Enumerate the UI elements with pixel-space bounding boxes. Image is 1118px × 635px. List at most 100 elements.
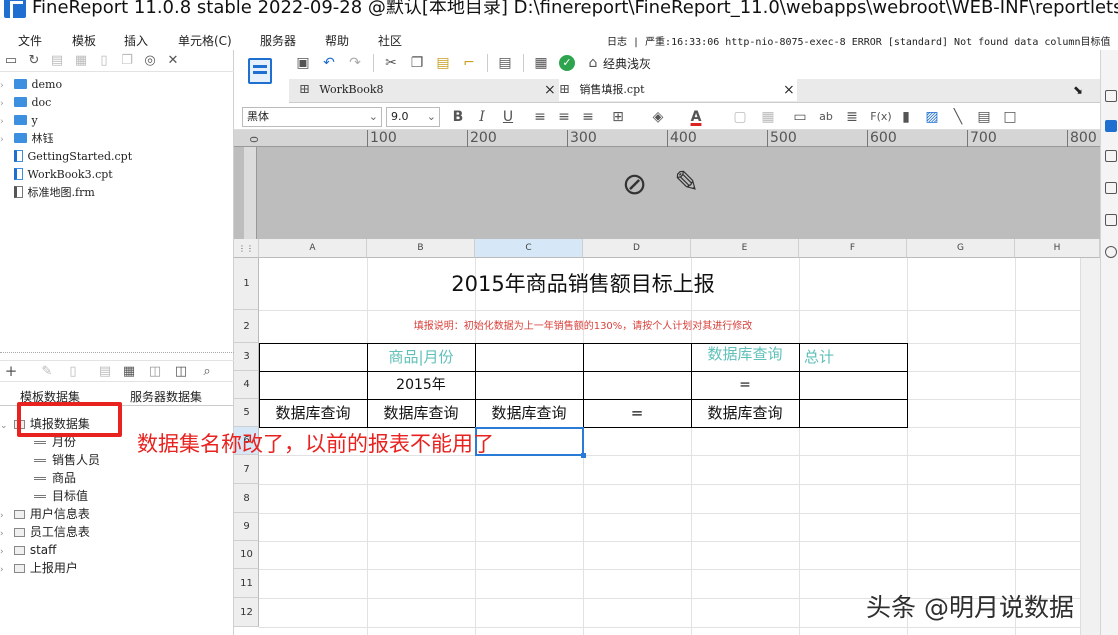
cut-icon[interactable]: ✂	[383, 55, 399, 71]
dataset-item[interactable]: › 用户信息表	[0, 505, 100, 523]
dropdown-arrow-icon[interactable]: ⬊	[1073, 83, 1083, 97]
close-tab-icon[interactable]: ×	[783, 79, 795, 101]
dataset-item[interactable]: › 上报用户	[0, 559, 100, 577]
widget-icon[interactable]	[1105, 182, 1117, 194]
cell-e3[interactable]: 数据库查询	[691, 343, 799, 365]
frame-icon[interactable]: □	[1002, 109, 1018, 125]
database-icon[interactable]: ◫	[148, 365, 162, 379]
column-header-h[interactable]: H	[1015, 239, 1100, 258]
fill-color-icon[interactable]: ◈	[650, 109, 666, 125]
search-icon[interactable]: ⌕	[200, 365, 214, 379]
tree-file-gettingstarted[interactable]: GettingStarted.cpt	[0, 148, 132, 166]
cell-c5[interactable]: 数据库查询	[475, 399, 583, 427]
preview-template-icon[interactable]: ▤	[497, 55, 513, 71]
cell-property-icon[interactable]	[1105, 90, 1117, 102]
image-icon[interactable]: ▨	[924, 109, 940, 125]
font-select[interactable]: 黑体 ⌄	[242, 107, 382, 127]
refresh-icon[interactable]: ↻	[27, 54, 41, 68]
tab-workbook8[interactable]: ⊞ WorkBook8 ×	[299, 79, 556, 101]
panel-splitter[interactable]	[0, 352, 234, 356]
row-header-2[interactable]: 2	[234, 310, 259, 343]
column-header-c[interactable]: C	[475, 239, 583, 258]
row-header-11[interactable]: 11	[234, 569, 259, 598]
menu-insert[interactable]: 插入	[124, 32, 148, 49]
format-painter-icon[interactable]: ⌐	[461, 55, 477, 71]
cell-title[interactable]: 2015年商品销售额目标上报	[367, 258, 799, 310]
log-label[interactable]: 日志	[607, 37, 627, 48]
column-header-d[interactable]: D	[583, 239, 691, 258]
ab-icon[interactable]: ab	[818, 109, 834, 125]
tree-folder-linyu[interactable]: › 林钰	[0, 130, 132, 148]
row-header-10[interactable]: 10	[234, 541, 259, 569]
tree-folder-y[interactable]: › y	[0, 112, 132, 130]
close-tab-icon[interactable]: ×	[544, 79, 556, 101]
slash-icon[interactable]: ╲	[950, 109, 966, 125]
grid-corner-icon[interactable]: ⋮⋮	[234, 239, 259, 258]
dataset-field[interactable]: 销售人员	[0, 451, 100, 469]
dataset-field[interactable]: 目标值	[0, 487, 100, 505]
edit-icon[interactable]: ✎	[40, 365, 54, 379]
formula-icon[interactable]: F(x)	[870, 109, 892, 125]
check-icon[interactable]: ✓	[559, 55, 575, 71]
column-header-a[interactable]: A	[259, 239, 367, 258]
tree-file-workbook3[interactable]: WorkBook3.cpt	[0, 166, 132, 184]
align-center-icon[interactable]: ≡	[556, 109, 572, 125]
menu-community[interactable]: 社区	[378, 32, 402, 49]
vertical-scrollbar[interactable]	[1080, 258, 1100, 635]
new-folder-icon[interactable]: ▭	[4, 54, 18, 68]
row-header-1[interactable]: 1	[234, 258, 259, 310]
dataset-field[interactable]: 商品	[0, 469, 100, 487]
cell-b4[interactable]: 2015年	[367, 371, 475, 399]
log-area[interactable]: 日志 | 严重:16:33:06 http-nio-8075-exec-8 ER…	[607, 33, 1110, 48]
cell-f3[interactable]: 总计	[799, 343, 839, 371]
cell-note[interactable]: 填报说明：初始化数据为上一年销售额的130%，请按个人计划对其进行修改	[367, 310, 799, 343]
row-header-12[interactable]: 12	[234, 598, 259, 627]
theme-icon[interactable]: ⌂	[585, 55, 601, 71]
row-header-3[interactable]: 3	[234, 343, 259, 371]
bar-chart-icon[interactable]: ▮	[898, 109, 914, 125]
link-icon[interactable]	[1105, 246, 1117, 258]
tab-sales-fill[interactable]: ⊞ 销售填报.cpt ×	[559, 79, 797, 101]
save-icon[interactable]: ▣	[295, 55, 311, 71]
server-dataset-icon[interactable]: ◫	[174, 365, 188, 379]
cell-d5[interactable]: =	[583, 399, 691, 427]
align-right-icon[interactable]: ≡	[580, 109, 596, 125]
column-header-f[interactable]: F	[799, 239, 907, 258]
menu-file[interactable]: 文件	[18, 32, 42, 49]
collapse-icon[interactable]: ✕	[166, 54, 180, 68]
underline-icon[interactable]: U	[500, 109, 516, 125]
dataset-item[interactable]: › 员工信息表	[0, 523, 100, 541]
column-header-e[interactable]: E	[691, 239, 799, 258]
tree-folder-doc[interactable]: › doc	[0, 94, 132, 112]
condition-icon[interactable]	[1105, 150, 1117, 162]
tree-file-map[interactable]: 标准地图.frm	[0, 184, 132, 202]
text-cell-icon[interactable]: ▭	[792, 109, 808, 125]
preview-icon[interactable]: ▤	[98, 365, 112, 379]
row-header-5[interactable]: 5	[234, 399, 259, 427]
row-header-9[interactable]: 9	[234, 513, 259, 541]
tree-folder-demo[interactable]: › demo	[0, 76, 132, 94]
bold-icon[interactable]: B	[450, 109, 466, 125]
column-header-b[interactable]: B	[367, 239, 475, 258]
row-header-4[interactable]: 4	[234, 371, 259, 399]
locate-icon[interactable]: ◎	[143, 54, 157, 68]
open-icon[interactable]: ▤	[50, 54, 64, 68]
paste-icon[interactable]: ▤	[435, 55, 451, 71]
undo-icon[interactable]: ↶	[321, 55, 337, 71]
copy-icon[interactable]: ❐	[120, 54, 134, 68]
italic-icon[interactable]: I	[474, 109, 490, 125]
template-icon[interactable]	[248, 58, 272, 84]
chart-icon[interactable]: ▦	[533, 55, 549, 71]
cell-b3[interactable]: 商品|月份	[367, 343, 475, 371]
redo-icon[interactable]: ↷	[347, 55, 363, 71]
align-left-icon[interactable]: ≡	[532, 109, 548, 125]
cell-e5[interactable]: 数据库查询	[691, 399, 799, 427]
fill-handle[interactable]	[581, 453, 586, 458]
subreport-icon[interactable]: ▤	[976, 109, 992, 125]
cell-element-icon[interactable]	[1105, 120, 1117, 132]
theme-label[interactable]: 经典浅灰	[603, 55, 651, 72]
add-dataset-icon[interactable]: +	[4, 364, 18, 379]
lock-icon[interactable]: ▦	[74, 54, 88, 68]
dataset-item[interactable]: › staff	[0, 541, 100, 559]
font-color-icon[interactable]: A	[688, 109, 704, 125]
